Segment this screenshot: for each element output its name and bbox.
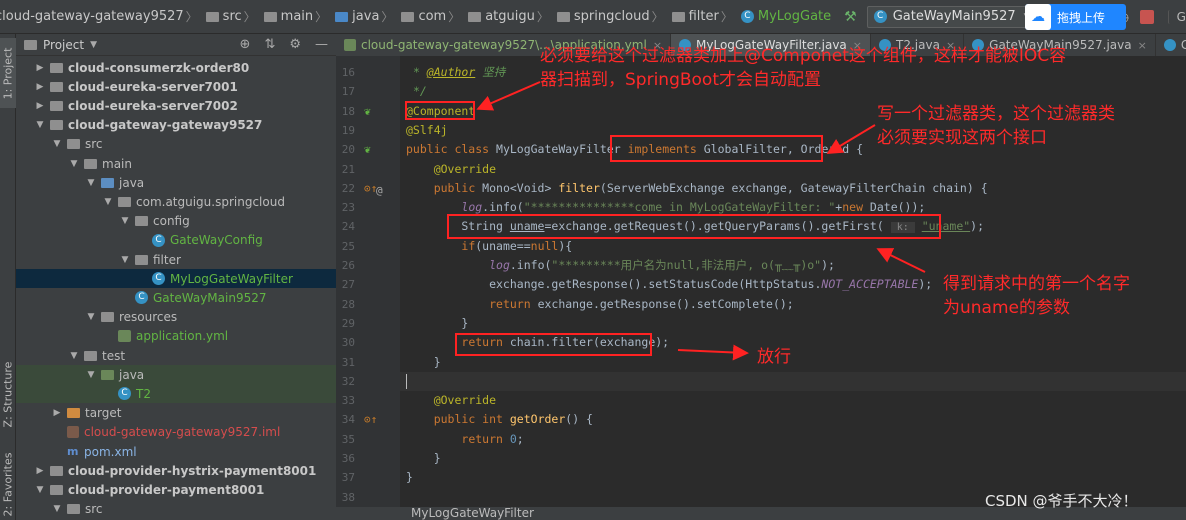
status-file-label: MyLogGateWayFilter [411, 506, 534, 520]
arrow-note4 [677, 344, 749, 361]
note-pass-line1: 放行 [757, 347, 791, 367]
note-pass: 放行 [757, 345, 791, 369]
note-component: 必须要给这个过滤器类加上@Componet这个组件，这样才能被IOC容 器扫描到… [540, 44, 1066, 92]
note-uname: 得到请求中的第一个名字 为uname的参数 [943, 272, 1130, 320]
note-interfaces-line1: 写一个过滤器类，这个过滤器类 [877, 104, 1115, 124]
watermark: CSDN @爷手不大冷！ [985, 492, 1138, 510]
note-component-line1: 必须要给这个过滤器类加上@Componet这个组件，这样才能被IOC容 [540, 46, 1067, 66]
note-component-line2: 器扫描到，SpringBoot才会自动配置 [540, 70, 821, 90]
arrow-note2 [826, 124, 876, 155]
arrow-note1 [476, 81, 541, 111]
note-interfaces-line2: 必须要实现这两个接口 [877, 128, 1047, 148]
note-uname-line1: 得到请求中的第一个名字 [943, 274, 1130, 294]
note-interfaces: 写一个过滤器类，这个过滤器类 必须要实现这两个接口 [877, 102, 1115, 150]
arrow-note3 [876, 248, 926, 273]
note-uname-line2: 为uname的参数 [943, 298, 1070, 318]
